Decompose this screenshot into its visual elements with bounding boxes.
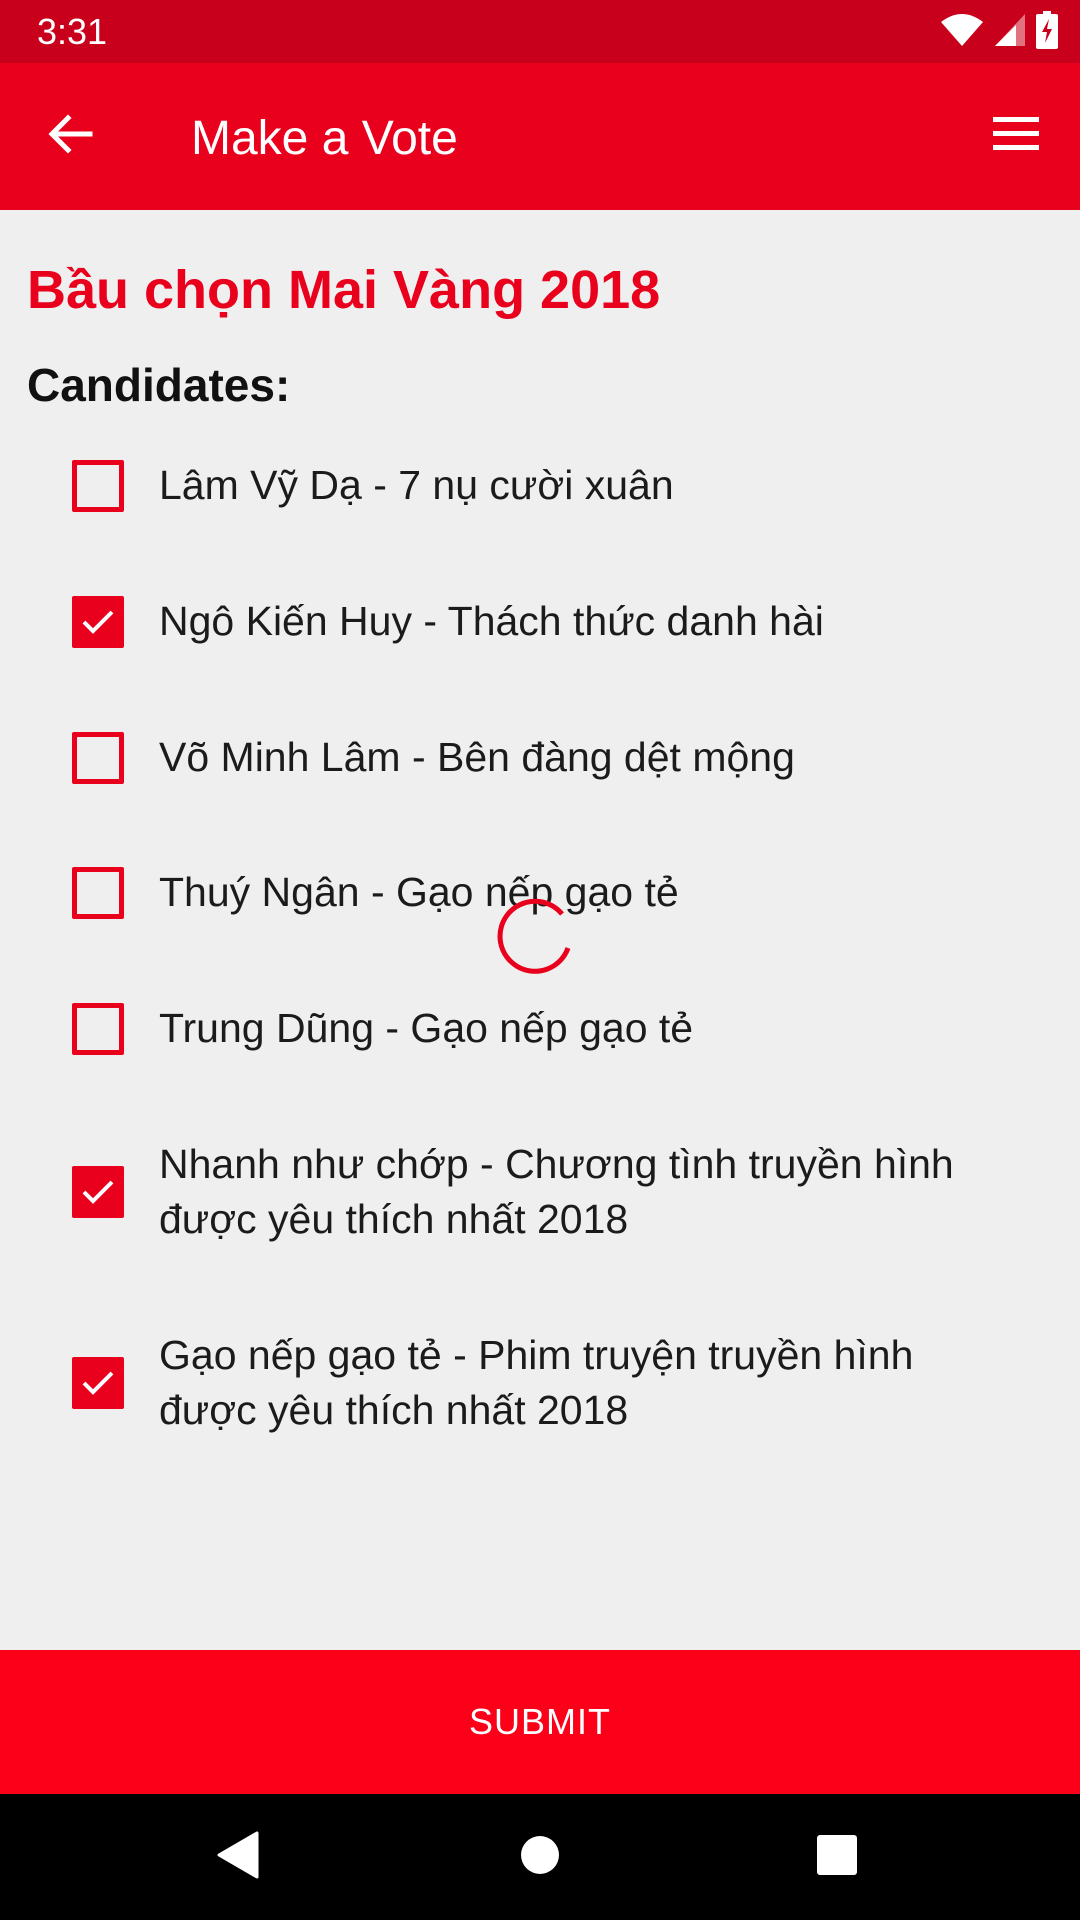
candidate-label: Ngô Kiến Huy - Thách thức danh hài — [159, 598, 824, 644]
loading-spinner-icon — [496, 890, 580, 974]
candidate-label: Võ Minh Lâm - Bên đàng dệt mộng — [159, 734, 795, 780]
candidate-label: Trung Dũng - Gạo nếp gạo tẻ — [159, 1005, 694, 1051]
nav-home-icon — [520, 1835, 560, 1880]
candidate-label: Thuý Ngân - Gạo nếp gạo tẻ — [159, 869, 679, 915]
candidates-label: Candidates: — [27, 359, 291, 411]
system-nav-bar — [0, 1794, 1080, 1920]
arrow-back-icon — [46, 110, 94, 163]
submit-label: SUBMIT — [468, 1701, 611, 1742]
candidate-checkbox[interactable] — [72, 1003, 124, 1055]
nav-back-button[interactable] — [204, 1822, 274, 1892]
battery-charging-icon — [1036, 10, 1058, 54]
app-bar: Make a Vote — [0, 63, 1080, 210]
back-button[interactable] — [30, 96, 110, 176]
candidate-label: Lâm Vỹ Dạ - 7 nụ cười xuân — [159, 462, 674, 508]
status-time: 3:31 — [37, 11, 108, 52]
nav-back-icon — [217, 1831, 261, 1884]
status-bar: 3:31 — [0, 0, 1080, 63]
candidate-label: Nhanh như chớp - Chương tình truyền hình… — [159, 1141, 954, 1242]
candidate-checkbox[interactable] — [72, 1166, 124, 1218]
candidate-checkbox[interactable] — [72, 867, 124, 919]
candidate-checkbox[interactable] — [72, 460, 124, 512]
candidate-checkbox[interactable] — [72, 596, 124, 648]
nav-home-button[interactable] — [505, 1822, 575, 1892]
wifi-icon — [940, 13, 984, 52]
menu-button[interactable] — [976, 96, 1056, 176]
candidate-label: Gạo nếp gạo tẻ - Phim truyện truyền hình… — [159, 1332, 914, 1433]
signal-icon — [994, 13, 1026, 52]
check-icon — [82, 610, 114, 634]
hamburger-menu-icon — [993, 116, 1039, 156]
nav-recents-button[interactable] — [802, 1822, 872, 1892]
check-icon — [82, 1371, 114, 1395]
page-title: Make a Vote — [191, 112, 458, 165]
candidate-checkbox[interactable] — [72, 1357, 124, 1409]
status-icons — [940, 10, 1058, 54]
check-icon — [82, 1180, 114, 1204]
nav-recents-icon — [816, 1834, 858, 1881]
candidate-checkbox[interactable] — [72, 732, 124, 784]
submit-button[interactable]: SUBMIT — [0, 1650, 1080, 1794]
poll-title: Bầu chọn Mai Vàng 2018 — [27, 260, 661, 320]
